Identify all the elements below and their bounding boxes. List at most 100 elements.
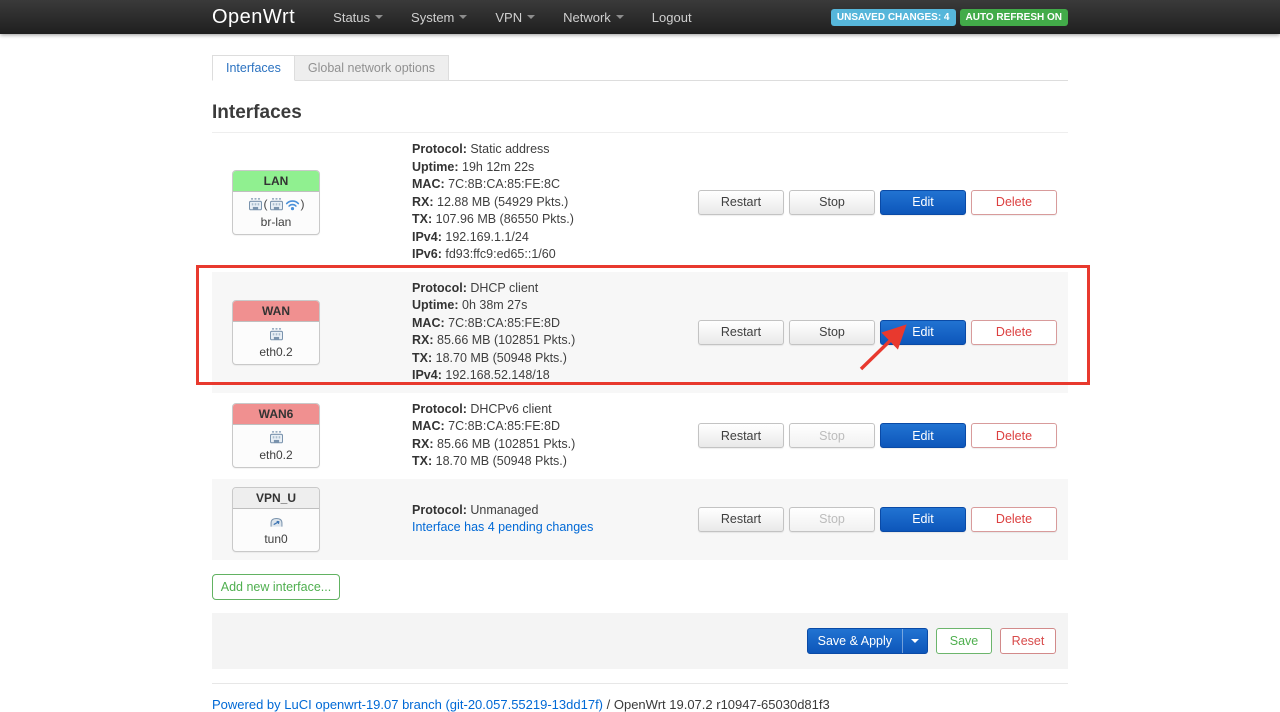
detail-label: TX: [412, 351, 432, 365]
page-tabs: Interfaces Global network options [212, 55, 1068, 81]
nav-item-logout[interactable]: Logout [638, 0, 706, 34]
save-and-apply-button[interactable]: Save & Apply [807, 628, 928, 654]
detail-value: DHCPv6 client [470, 402, 551, 416]
stop-button[interactable]: Stop [789, 507, 875, 532]
restart-button[interactable]: Restart [698, 320, 784, 345]
nav-item-label: System [411, 10, 454, 25]
nav-item-label: Network [563, 10, 611, 25]
edit-button[interactable]: Edit [880, 423, 966, 448]
nav-item-system[interactable]: System [397, 0, 481, 34]
interface-device-name: tun0 [235, 532, 317, 546]
footer: Powered by LuCI openwrt-19.07 branch (gi… [212, 683, 1068, 712]
interface-detail: TX: 18.70 MB (50948 Pkts.) [412, 453, 698, 471]
detail-value: Unmanaged [470, 503, 538, 517]
interface-detail: IPv4: 192.168.52.148/18 [412, 367, 698, 385]
interface-name: WAN6 [259, 407, 294, 421]
bridge-close-paren: ) [301, 197, 305, 211]
interface-zone-header: WAN [233, 301, 319, 322]
interface-device-icons [235, 326, 317, 343]
edit-button[interactable]: Edit [880, 190, 966, 215]
interface-detail: RX: 85.66 MB (102851 Pkts.) [412, 332, 698, 350]
detail-label: Uptime: [412, 160, 459, 174]
interface-box: WAN6 eth0.2 [232, 403, 320, 468]
stop-button[interactable]: Stop [789, 320, 875, 345]
detail-value: fd93:ffc9:ed65::1/60 [445, 247, 555, 261]
stop-button[interactable]: Stop [789, 423, 875, 448]
restart-button[interactable]: Restart [698, 190, 784, 215]
interface-details: Protocol: UnmanagedInterface has 4 pendi… [412, 502, 698, 537]
page-title: Interfaces [212, 102, 1068, 133]
nav-item-status[interactable]: Status [319, 0, 397, 34]
detail-value: 12.88 MB (54929 Pkts.) [437, 195, 568, 209]
detail-label: TX: [412, 212, 432, 226]
interface-details: Protocol: Static addressUptime: 19h 12m … [412, 141, 698, 264]
pending-changes-link[interactable]: Interface has 4 pending changes [412, 519, 593, 537]
detail-value: 107.96 MB (86550 Pkts.) [436, 212, 574, 226]
ethernet-icon [269, 197, 284, 212]
stop-button[interactable]: Stop [789, 190, 875, 215]
interface-row-vpn_u: VPN_U tun0 Protocol: UnmanagedInterface … [212, 479, 1068, 560]
edit-button[interactable]: Edit [880, 320, 966, 345]
detail-value: 85.66 MB (102851 Pkts.) [437, 437, 575, 451]
ethernet-icon [248, 197, 263, 212]
interface-detail: MAC: 7C:8B:CA:85:FE:8C [412, 176, 698, 194]
interface-detail: IPv6: fd93:ffc9:ed65::1/60 [412, 246, 698, 264]
detail-label: Protocol: [412, 142, 467, 156]
interface-device-icons [235, 429, 317, 446]
interface-rows: LAN () br-lan Protocol: Static addressUp… [212, 133, 1068, 560]
chevron-down-icon [459, 15, 467, 19]
detail-value: 0h 38m 27s [462, 298, 527, 312]
interface-name: VPN_U [256, 491, 296, 505]
interface-row-wan6: WAN6 eth0.2 Protocol: DHCPv6 clientMAC: … [212, 393, 1068, 479]
powered-by-luci-link[interactable]: Powered by LuCI [212, 697, 312, 712]
bridge-open-paren: ( [264, 197, 268, 211]
detail-value: 19h 12m 22s [462, 160, 534, 174]
tab-interfaces[interactable]: Interfaces [212, 55, 295, 81]
restart-button[interactable]: Restart [698, 507, 784, 532]
detail-label: Protocol: [412, 281, 467, 295]
detail-value: 7C:8B:CA:85:FE:8D [448, 316, 560, 330]
detail-label: RX: [412, 437, 434, 451]
nav-item-network[interactable]: Network [549, 0, 638, 34]
interface-detail: IPv4: 192.169.1.1/24 [412, 229, 698, 247]
interface-detail: Protocol: DHCP client [412, 280, 698, 298]
interface-detail: TX: 18.70 MB (50948 Pkts.) [412, 350, 698, 368]
branch-link[interactable]: openwrt-19.07 branch (git-20.057.55219-1… [315, 697, 603, 712]
detail-label: RX: [412, 195, 434, 209]
detail-value: 18.70 MB (50948 Pkts.) [436, 454, 567, 468]
interface-detail: Protocol: Unmanaged [412, 502, 698, 520]
tab-global-network-options[interactable]: Global network options [295, 55, 449, 81]
interface-box: WAN eth0.2 [232, 300, 320, 365]
interface-device-name: br-lan [235, 215, 317, 229]
chevron-down-icon [616, 15, 624, 19]
wifi-icon [285, 197, 300, 212]
detail-label: MAC: [412, 177, 445, 191]
delete-button[interactable]: Delete [971, 507, 1057, 532]
interface-row-wan: WAN eth0.2 Protocol: DHCP clientUptime: … [212, 272, 1068, 393]
delete-button[interactable]: Delete [971, 423, 1057, 448]
nav-item-label: VPN [495, 10, 522, 25]
auto-refresh-badge[interactable]: AUTO REFRESH ON [960, 9, 1069, 26]
interface-zone-header: WAN6 [233, 404, 319, 425]
edit-button[interactable]: Edit [880, 507, 966, 532]
delete-button[interactable]: Delete [971, 190, 1057, 215]
interface-name: LAN [264, 174, 289, 188]
interface-row-lan: LAN () br-lan Protocol: Static addressUp… [212, 133, 1068, 272]
ethernet-icon [269, 327, 284, 342]
add-new-interface-button[interactable]: Add new interface... [212, 574, 340, 600]
interface-device-icons [235, 513, 317, 530]
interface-box: LAN () br-lan [232, 170, 320, 235]
unsaved-changes-badge[interactable]: UNSAVED CHANGES: 4 [831, 9, 956, 26]
interface-zone-header: LAN [233, 171, 319, 192]
detail-label: IPv6: [412, 247, 442, 261]
interface-actions: Restart Stop Edit Delete [698, 320, 1068, 345]
save-button[interactable]: Save [936, 628, 992, 654]
interface-zone-header: VPN_U [233, 488, 319, 509]
reset-button[interactable]: Reset [1000, 628, 1056, 654]
nav-item-vpn[interactable]: VPN [481, 0, 549, 34]
restart-button[interactable]: Restart [698, 423, 784, 448]
save-apply-dropdown-toggle[interactable] [903, 629, 927, 653]
interface-actions: Restart Stop Edit Delete [698, 190, 1068, 215]
tunnel-icon [269, 514, 284, 529]
delete-button[interactable]: Delete [971, 320, 1057, 345]
